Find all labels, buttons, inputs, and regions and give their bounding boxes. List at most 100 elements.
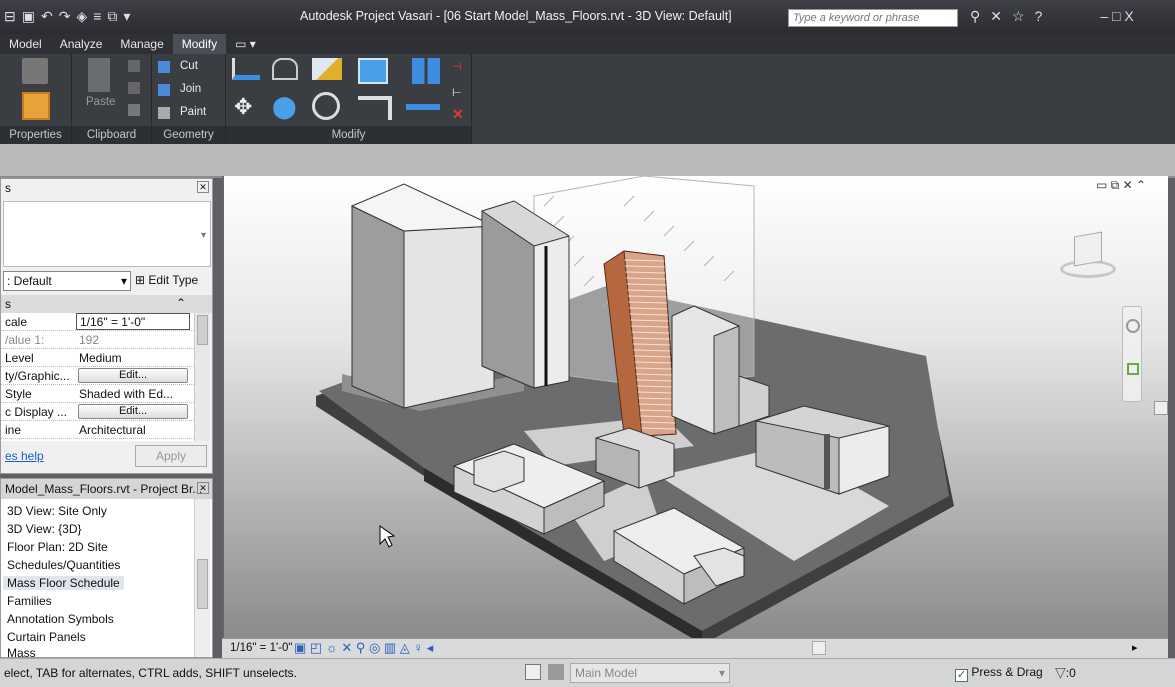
view-control-icons[interactable]: ▣ ◰ ☼ ✕ ⚲ ◎ ▥ ◬ ♀ ◂ — [294, 640, 433, 656]
tab-analyze[interactable]: Analyze — [51, 34, 112, 54]
worksets-icon[interactable] — [525, 664, 541, 680]
view-scale[interactable]: 1/16" = 1'-0" — [230, 642, 292, 654]
save-icon[interactable]: ▣ — [22, 8, 35, 25]
cut-icon[interactable] — [158, 61, 170, 73]
3d-viewport[interactable]: ▭ ⧉ ✕ ⌃ — [222, 176, 1168, 638]
navigation-bar[interactable] — [1122, 306, 1142, 402]
paint-label[interactable]: Paint — [180, 106, 206, 118]
close-icon[interactable]: ✕ — [197, 482, 209, 494]
customize-dropdown-icon[interactable]: ▾ — [123, 8, 130, 25]
detail-level-field[interactable]: Medium — [79, 351, 122, 365]
mouse-cursor — [379, 525, 396, 548]
panel-label-properties: Properties — [0, 126, 71, 144]
align-tool-icon[interactable] — [232, 58, 260, 80]
horizontal-scroll-thumb[interactable] — [812, 641, 826, 655]
rotate-icon[interactable] — [312, 92, 340, 120]
switch-windows-icon[interactable]: ⧉ — [107, 8, 117, 25]
discipline-field[interactable]: Architectural — [79, 423, 146, 437]
view-scale-field[interactable]: 1/16" = 1'-0" — [76, 313, 190, 330]
edit-type-button[interactable]: ⊞ Edit Type — [135, 273, 198, 287]
paint-icon[interactable] — [158, 107, 170, 119]
browser-item[interactable]: Annotation Symbols — [7, 612, 114, 626]
search-input[interactable]: Type a keyword or phrase — [788, 9, 958, 27]
copy-icon[interactable] — [128, 60, 140, 72]
graphic-display-edit-button[interactable]: Edit... — [78, 404, 188, 419]
copy-element-icon[interactable]: ⬤ — [272, 94, 298, 120]
browser-item[interactable]: Curtain Panels — [7, 630, 86, 644]
browser-item[interactable]: Families — [7, 594, 52, 608]
close-icon[interactable]: ✕ — [197, 181, 209, 193]
tab-modify[interactable]: Modify — [172, 34, 227, 54]
checkbox-checked-icon[interactable]: ✓ — [955, 669, 968, 682]
options-bar — [0, 144, 1175, 178]
trim-extend-icon[interactable] — [358, 96, 392, 120]
help-icon[interactable]: ? — [1035, 8, 1043, 25]
favorites-star-icon[interactable]: ☆ — [1012, 8, 1025, 25]
steering-wheel-icon[interactable] — [1126, 319, 1140, 333]
tab-manage[interactable]: Manage — [111, 34, 172, 54]
scrollbar-thumb[interactable] — [197, 559, 208, 609]
join-label[interactable]: Join — [180, 83, 201, 95]
match-properties-icon[interactable] — [128, 104, 140, 116]
scroll-right-icon[interactable]: ▸ — [1132, 641, 1138, 654]
join-icon[interactable] — [158, 84, 170, 96]
cut-clipboard-icon[interactable] — [128, 82, 140, 94]
align-icon[interactable]: ≡ — [93, 8, 101, 25]
browser-item[interactable]: Mass — [7, 646, 36, 658]
active-workset-select[interactable]: Main Model ▾ — [570, 663, 730, 683]
chevron-down-icon: ▾ — [120, 274, 127, 288]
window-title: Autodesk Project Vasari - [06 Start Mode… — [300, 9, 732, 23]
scrollbar-thumb[interactable] — [197, 315, 208, 345]
redo-icon[interactable]: ↷ — [59, 8, 71, 25]
offset-icon[interactable] — [272, 58, 298, 80]
open-icon[interactable]: ⊟ — [4, 8, 16, 25]
measure-icon[interactable]: ◈ — [76, 8, 87, 25]
design-options-icon[interactable] — [548, 664, 564, 680]
visual-style-field[interactable]: Shaded with Ed... — [79, 387, 173, 401]
graphics-section-header[interactable]: s ⌃ — [1, 295, 212, 313]
array-icon[interactable] — [412, 58, 440, 84]
tab-model[interactable]: Model — [0, 34, 51, 54]
press-drag-checkbox[interactable]: ✓ Press & Drag — [955, 665, 1043, 682]
delete-icon[interactable]: ✕ — [452, 106, 466, 122]
view-window-controls[interactable]: ▭ ⧉ ✕ ⌃ — [1096, 178, 1146, 193]
quick-access-toolbar: ⊟ ▣ ↶ ↷ ◈ ≡ ⧉ ▾ — [4, 8, 130, 25]
undo-icon[interactable]: ↶ — [41, 8, 53, 25]
instance-filter-select[interactable]: : Default ▾ — [3, 271, 131, 291]
browser-scrollbar[interactable] — [194, 499, 210, 657]
split-element-icon[interactable] — [406, 104, 440, 110]
contextual-toggle-icon[interactable]: ▭ ▾ — [226, 34, 265, 54]
property-row: ine Architectural — [1, 421, 194, 439]
window-controls[interactable]: – □ X — [1100, 8, 1133, 25]
browser-item[interactable]: Floor Plan: 2D Site — [7, 540, 108, 554]
split-icon[interactable] — [358, 58, 388, 84]
viewcube[interactable] — [1060, 230, 1116, 280]
browser-item[interactable]: 3D View: Site Only — [7, 504, 107, 518]
properties-icon[interactable] — [22, 92, 50, 120]
panel-label-clipboard: Clipboard — [72, 126, 151, 144]
browser-item[interactable]: 3D View: {3D} — [7, 522, 82, 536]
selection-filter[interactable]: ▽:0 — [1055, 664, 1076, 681]
cut-label[interactable]: Cut — [180, 60, 198, 72]
viewcube-icon[interactable] — [1074, 231, 1102, 267]
visibility-edit-button[interactable]: Edit... — [78, 368, 188, 383]
unpin-icon[interactable]: ⊣ — [452, 60, 464, 73]
subscription-icon[interactable]: ✕ — [990, 8, 1002, 25]
viewport-scroll-thumb[interactable] — [1154, 401, 1168, 415]
zoom-icon[interactable] — [1127, 363, 1139, 375]
collapse-icon[interactable]: ⌃ — [176, 296, 186, 310]
move-icon[interactable]: ✥ — [234, 94, 260, 120]
type-dropdown-icon[interactable]: ▾ — [201, 230, 206, 241]
properties-scrollbar[interactable] — [194, 313, 210, 441]
binoculars-icon[interactable]: ⚲ — [970, 8, 980, 25]
browser-item-selected[interactable]: Mass Floor Schedule — [3, 576, 124, 590]
mirror-icon[interactable] — [312, 58, 342, 80]
properties-help-link[interactable]: es help — [5, 449, 44, 463]
paste-icon[interactable] — [88, 58, 110, 92]
apply-button[interactable]: Apply — [135, 445, 207, 467]
pin-icon[interactable]: ⊢ — [452, 86, 464, 99]
type-properties-icon[interactable] — [22, 58, 48, 84]
browser-item[interactable]: Schedules/Quantities — [7, 558, 120, 572]
title-bar: ⊟ ▣ ↶ ↷ ◈ ≡ ⧉ ▾ Autodesk Project Vasari … — [0, 0, 1175, 34]
geometry-panel: Cut Join Paint Geometry — [152, 54, 226, 144]
